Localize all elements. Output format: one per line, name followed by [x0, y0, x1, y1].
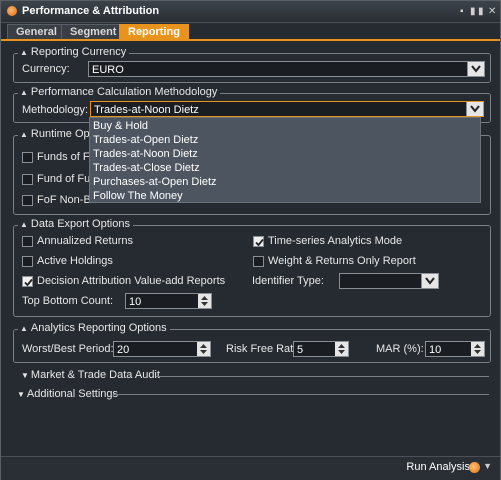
mar-input[interactable]: 10	[425, 341, 485, 357]
data-export-group: ▲ Data Export Options Annualized Returns …	[13, 218, 491, 317]
market-trade-title: Market & Trade Data Audit	[30, 369, 160, 381]
run-analysis-button[interactable]: Run Analysis	[406, 461, 470, 473]
calc-methodology-title: Performance Calculation Methodology	[30, 86, 218, 98]
dropdown-option[interactable]: Buy & Hold	[93, 120, 148, 132]
section-divider	[156, 376, 489, 377]
time-series-label: Time-series Analytics Mode	[268, 235, 403, 247]
weight-returns-label: Weight & Returns Only Report	[268, 255, 416, 267]
top-bottom-count-value: 10	[129, 296, 142, 308]
worst-best-input[interactable]: 20	[113, 341, 211, 357]
time-series-checkbox[interactable]	[253, 236, 264, 247]
risk-free-label: Risk Free Rate:	[226, 343, 303, 355]
mar-label: MAR (%):	[376, 343, 424, 355]
worst-best-label: Worst/Best Period:	[22, 343, 114, 355]
currency-value: EURO	[92, 64, 124, 76]
dropdown-option[interactable]: Follow The Money	[93, 190, 183, 202]
app-logo-icon	[7, 6, 17, 16]
chevron-down-icon[interactable]: ▼	[483, 461, 492, 471]
active-holdings-checkbox[interactable]	[22, 256, 33, 267]
runtime-options-legend[interactable]: ▲ Runtime Opti	[18, 128, 99, 140]
reporting-currency-group: ▲ Reporting Currency Currency: EURO	[13, 46, 491, 83]
additional-settings-title: Additional Settings	[26, 388, 119, 400]
dropdown-option[interactable]: Purchases-at-Open Dietz	[93, 176, 217, 188]
decision-attribution-checkbox[interactable]	[22, 276, 33, 287]
market-trade-section[interactable]: ▼ Market & Trade Data Audit	[21, 369, 160, 381]
section-divider	[113, 394, 489, 395]
pin-icon[interactable]: ▪	[460, 6, 464, 17]
spinner-arrows-icon[interactable]	[198, 294, 211, 308]
checkmark-icon	[24, 278, 33, 287]
identifier-type-select[interactable]	[339, 273, 439, 289]
runtime-options-title: Runtime Opti	[30, 128, 96, 140]
active-holdings-label: Active Holdings	[37, 255, 113, 267]
triangle-expand-icon: ▲	[20, 130, 28, 139]
spinner-arrows-icon[interactable]	[471, 342, 484, 356]
methodology-select[interactable]: Trades-at-Noon Dietz	[90, 101, 484, 117]
analytics-legend[interactable]: ▲ Analytics Reporting Options	[18, 322, 170, 334]
fund-of-funds-label: Fund of Fun	[37, 173, 97, 185]
maximize-icon[interactable]: ▮	[478, 6, 484, 17]
analytics-group: ▲ Analytics Reporting Options Worst/Best …	[13, 322, 491, 363]
spinner-arrows-icon[interactable]	[197, 342, 210, 356]
top-bottom-count-input[interactable]: 10	[125, 293, 212, 309]
weight-returns-checkbox[interactable]	[253, 256, 264, 267]
identifier-type-label: Identifier Type:	[252, 275, 324, 287]
mar-value: 10	[429, 344, 442, 356]
window-title: Performance & Attribution	[22, 5, 160, 17]
methodology-value: Trades-at-Noon Dietz	[94, 104, 199, 116]
funds-of-funds-checkbox[interactable]	[22, 152, 33, 163]
checkmark-icon	[255, 238, 264, 247]
triangle-expand-icon: ▲	[20, 324, 28, 333]
tab-general[interactable]: General	[7, 24, 66, 39]
worst-best-value: 20	[117, 344, 130, 356]
dropdown-arrow-icon[interactable]	[421, 274, 438, 288]
triangle-expand-icon: ▼	[21, 371, 29, 380]
triangle-expand-icon: ▲	[20, 88, 28, 97]
restore-icon[interactable]: ▮	[470, 6, 476, 17]
dropdown-option[interactable]: Trades-at-Open Dietz	[93, 134, 198, 146]
dropdown-option[interactable]: Trades-at-Close Dietz	[93, 162, 200, 174]
bottom-bar: Run Analysis ▼	[1, 456, 500, 480]
reporting-currency-legend[interactable]: ▲ Reporting Currency	[18, 46, 130, 58]
reporting-currency-title: Reporting Currency	[30, 46, 127, 58]
data-export-title: Data Export Options	[30, 218, 130, 230]
methodology-label: Methodology:	[22, 104, 89, 116]
triangle-expand-icon: ▲	[20, 48, 28, 57]
additional-settings-section[interactable]: ▼ Additional Settings	[17, 388, 118, 400]
dropdown-arrow-icon[interactable]	[467, 62, 484, 76]
analytics-title: Analytics Reporting Options	[30, 322, 167, 334]
run-icon[interactable]	[469, 462, 480, 473]
calc-methodology-legend[interactable]: ▲ Performance Calculation Methodology	[18, 86, 221, 98]
currency-label: Currency:	[22, 63, 70, 75]
risk-free-input[interactable]: 5	[293, 341, 349, 357]
tab-segment[interactable]: Segment	[61, 24, 126, 39]
funds-of-funds-label: Funds of Fu	[37, 151, 96, 163]
main-window: Performance & Attribution ▪ ▮ ▮ ✕ Genera…	[0, 0, 501, 480]
close-icon[interactable]: ✕	[488, 6, 496, 17]
top-bottom-count-label: Top Bottom Count:	[22, 295, 114, 307]
risk-free-value: 5	[297, 344, 304, 356]
dropdown-option[interactable]: Trades-at-Noon Dietz	[93, 148, 198, 160]
spinner-arrows-icon[interactable]	[335, 342, 348, 356]
decision-attribution-label: Decision Attribution Value-add Reports	[37, 275, 226, 287]
title-bar: Performance & Attribution ▪ ▮ ▮ ✕	[1, 1, 500, 23]
methodology-dropdown-list: Buy & Hold Trades-at-Open Dietz Trades-a…	[89, 117, 481, 203]
currency-select[interactable]: EURO	[88, 61, 485, 77]
dropdown-arrow-icon[interactable]	[466, 102, 483, 116]
tab-bar: General Segment Reporting	[1, 23, 500, 41]
tab-reporting[interactable]: Reporting	[119, 24, 189, 39]
triangle-expand-icon: ▼	[17, 390, 25, 399]
annualized-returns-checkbox[interactable]	[22, 236, 33, 247]
fof-non-base-checkbox[interactable]	[22, 195, 33, 206]
data-export-legend[interactable]: ▲ Data Export Options	[18, 218, 133, 230]
triangle-expand-icon: ▲	[20, 220, 28, 229]
fund-of-funds-checkbox[interactable]	[22, 174, 33, 185]
annualized-returns-label: Annualized Returns	[37, 235, 134, 247]
